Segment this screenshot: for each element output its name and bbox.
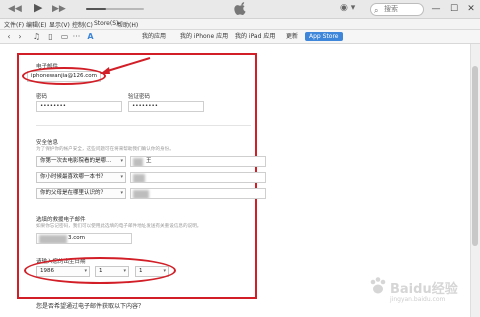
- security-question-select[interactable]: 你小时候最喜欢哪一本书？ ▾: [36, 172, 126, 183]
- search-input[interactable]: ⌕ 搜索: [370, 3, 424, 16]
- answer-text: 王: [146, 158, 152, 164]
- menu-help[interactable]: 帮助(H): [117, 20, 138, 29]
- rescue-email-field[interactable]: 3.com: [36, 233, 132, 244]
- chevron-down-icon: ▾: [120, 174, 123, 180]
- maximize-button[interactable]: ☐: [446, 1, 462, 17]
- security-label: 安全信息: [36, 140, 59, 146]
- birthday-highlight-oval: [24, 257, 176, 284]
- security-question-select[interactable]: 你第一次去电影院看的是哪… ▾: [36, 156, 126, 167]
- redaction: [133, 190, 149, 198]
- menu-edit[interactable]: 编辑(E): [26, 20, 46, 29]
- chevron-down-icon: ▾: [120, 158, 123, 164]
- question-text: 你的父母是在哪里认识的？: [40, 190, 107, 196]
- rescue-email-text: 3.com: [68, 235, 85, 241]
- menu-store[interactable]: Store(S): [94, 20, 118, 27]
- menu-controls[interactable]: 控制(C): [72, 20, 93, 29]
- menu-file[interactable]: 文件(F): [4, 20, 24, 29]
- menu-bar: 文件(F) 编辑(E) 显示(V) 控制(C) Store(S) 帮助(H): [0, 19, 480, 30]
- search-placeholder: 搜索: [384, 5, 398, 13]
- next-track-button[interactable]: ▶▶: [52, 3, 66, 15]
- apple-logo-icon: [234, 2, 246, 16]
- volume-slider[interactable]: [86, 8, 144, 10]
- redaction: [133, 174, 145, 182]
- tab-app-store[interactable]: App Store: [305, 32, 343, 41]
- tab-my-apps[interactable]: 我的应用: [142, 32, 166, 41]
- search-icon: ⌕: [374, 6, 379, 15]
- chevron-down-icon: ▾: [350, 3, 356, 13]
- password-label: 密码: [36, 94, 48, 100]
- back-button[interactable]: ‹: [5, 32, 13, 41]
- divider: [36, 125, 251, 126]
- person-icon: ◉: [340, 3, 348, 13]
- security-answer-field[interactable]: 王: [130, 156, 266, 167]
- security-answer-field[interactable]: [130, 188, 266, 199]
- security-hint: 为了保护你的帐户安全，这些问题可在将来帮助我们确认你的身份。: [36, 147, 174, 152]
- verify-password-field[interactable]: ••••••••: [128, 101, 204, 112]
- question-text: 你小时候最喜欢哪一本书？: [40, 174, 107, 180]
- password-field[interactable]: ••••••••: [36, 101, 122, 112]
- close-button[interactable]: ✕: [463, 1, 479, 17]
- security-answer-field[interactable]: [130, 172, 266, 183]
- tv-icon[interactable]: ▭: [60, 32, 69, 41]
- chevron-down-icon: ▾: [120, 190, 123, 196]
- email-highlight-oval: [22, 67, 106, 85]
- rescue-email-label: 选填的救援电子邮件: [36, 217, 86, 223]
- scrollbar-thumb[interactable]: [472, 66, 478, 246]
- verify-password-label: 验证密码: [128, 94, 151, 100]
- watermark-text: Baidu经验: [390, 282, 458, 297]
- tab-my-iphone-apps[interactable]: 我的 iPhone 应用: [180, 32, 228, 41]
- toolbar: ‹ › ♫ ▯ ▭ ··· A 我的应用 我的 iPhone 应用 我的 iPa…: [0, 30, 480, 44]
- more-icon[interactable]: ···: [72, 32, 81, 41]
- watermark: Baidu经验 jingyan.baidu.com: [366, 272, 474, 312]
- redaction: [39, 235, 67, 243]
- tab-updates[interactable]: 更新: [286, 32, 298, 41]
- play-button[interactable]: ▶: [34, 2, 42, 14]
- previous-track-button[interactable]: ◀◀: [8, 3, 22, 15]
- question-text: 你第一次去电影院看的是哪…: [40, 158, 112, 164]
- email-preference-question: 您是否希望通过电子邮件获取以下内容？: [36, 303, 145, 310]
- music-icon[interactable]: ♫: [32, 32, 41, 41]
- menu-view[interactable]: 显示(V): [49, 20, 70, 29]
- arrow-icon: [100, 57, 151, 74]
- app-store-icon[interactable]: A: [86, 32, 95, 41]
- baidu-paw-icon: [370, 277, 386, 294]
- redaction: [133, 158, 143, 166]
- minimize-button[interactable]: —: [428, 1, 444, 17]
- watermark-subtext: jingyan.baidu.com: [390, 296, 446, 303]
- security-question-select[interactable]: 你的父母是在哪里认识的？ ▾: [36, 188, 126, 199]
- rescue-email-hint: 如果你忘记密码，我们可以使用此选填的电子邮件地址发送有关重设信息的说明。: [36, 224, 202, 229]
- forward-button[interactable]: ›: [16, 32, 24, 41]
- account-menu[interactable]: ◉ ▾: [340, 3, 364, 15]
- title-bar: ◀◀ ▶ ▶▶ ◉ ▾ ⌕ 搜索 — ☐ ✕: [0, 0, 480, 19]
- movies-icon[interactable]: ▯: [46, 32, 55, 41]
- tab-my-ipad-apps[interactable]: 我的 iPad 应用: [235, 32, 275, 41]
- volume-slider-fill: [86, 8, 107, 10]
